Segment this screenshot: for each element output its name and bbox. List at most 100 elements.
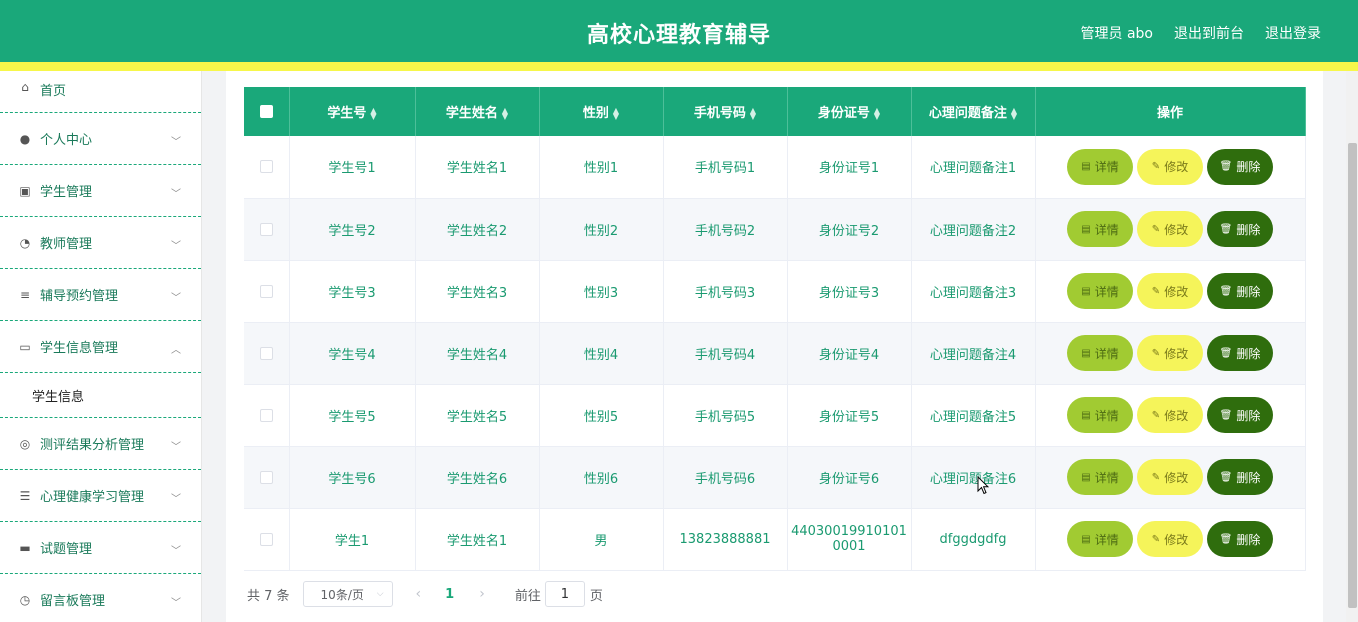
delete-button[interactable]: 🗑 删除 bbox=[1207, 211, 1273, 247]
sidebar-item[interactable]: ⌂首页﹀ bbox=[0, 71, 201, 113]
current-page-number[interactable]: 1 bbox=[445, 587, 454, 602]
row-checkbox[interactable] bbox=[259, 532, 273, 546]
table-cell: 学生姓名5 bbox=[415, 384, 540, 447]
detail-button[interactable]: ▤ 详情 bbox=[1067, 148, 1133, 185]
goto-page-input[interactable] bbox=[544, 581, 585, 607]
accent-strip bbox=[0, 62, 1358, 71]
scrollbar-thumb[interactable] bbox=[1348, 143, 1357, 608]
sort-icon[interactable]: ▲ ▼ bbox=[874, 106, 880, 120]
sidebar-item[interactable]: ≡ 辅导预约管理 ﹀ bbox=[0, 269, 201, 321]
row-select-cell[interactable] bbox=[244, 198, 290, 261]
column-header[interactable]: 手机号码 ▲ ▼ bbox=[663, 87, 788, 136]
table-cell: 心理问题备注1 bbox=[911, 136, 1036, 199]
document-icon: ▤ bbox=[1081, 347, 1091, 359]
row-checkbox[interactable] bbox=[259, 470, 273, 484]
sidebar-subitem-student-info[interactable]: 学生信息 bbox=[0, 373, 201, 418]
row-checkbox[interactable] bbox=[259, 346, 273, 360]
table-cell: 身份证号6 bbox=[787, 446, 912, 509]
sidebar-item[interactable]: ● 个人中心 ﹀ bbox=[0, 113, 201, 165]
edit-button[interactable]: ✎ 修改 bbox=[1137, 273, 1203, 309]
edit-button[interactable]: ✎ 修改 bbox=[1137, 148, 1203, 185]
chevron-down-icon: ﹀ bbox=[171, 545, 181, 557]
table-cell: 性别6 bbox=[539, 446, 664, 509]
detail-button[interactable]: ▤ 详情 bbox=[1067, 211, 1133, 247]
back-to-frontend-link[interactable]: 退出到前台 bbox=[1174, 23, 1244, 43]
edit-button[interactable]: ✎ 修改 bbox=[1137, 459, 1203, 495]
actions-cell: ▤ 详情 ✎ 修改 🗑 删除 bbox=[1035, 384, 1306, 447]
chevron-down-icon: ﹀ bbox=[171, 188, 181, 200]
column-header[interactable]: 性别 ▲ ▼ bbox=[539, 87, 664, 136]
next-page-icon[interactable]: › bbox=[479, 586, 485, 602]
row-select-cell[interactable] bbox=[244, 508, 290, 571]
select-all-checkbox[interactable] bbox=[259, 105, 273, 118]
row-select-cell[interactable] bbox=[244, 322, 290, 385]
prev-page-icon[interactable]: ‹ bbox=[416, 586, 422, 602]
chevron-down-icon: ﹀ bbox=[171, 441, 181, 453]
delete-button[interactable]: 🗑 删除 bbox=[1207, 273, 1273, 309]
sidebar-item[interactable]: ▣ 学生管理 ﹀ bbox=[0, 165, 201, 217]
row-checkbox[interactable] bbox=[259, 408, 273, 422]
delete-button[interactable]: 🗑 删除 bbox=[1207, 335, 1273, 371]
row-select-cell[interactable] bbox=[244, 446, 290, 509]
sort-icon[interactable]: ▲ ▼ bbox=[750, 106, 756, 120]
row-checkbox[interactable] bbox=[259, 160, 273, 174]
sidebar-item[interactable]: ◷ 留言板管理 ﹀ bbox=[0, 574, 201, 622]
detail-button[interactable]: ▤ 详情 bbox=[1067, 273, 1133, 309]
sidebar-item[interactable]: ▭ 学生信息管理 ︿ bbox=[0, 321, 201, 373]
clock-icon: ◷ bbox=[19, 592, 31, 607]
sidebar-item-label: 学生信息管理 bbox=[40, 341, 119, 356]
column-header[interactable]: 学生号 ▲ ▼ bbox=[289, 87, 416, 136]
table-cell: 性别2 bbox=[539, 198, 664, 261]
logout-link[interactable]: 退出登录 bbox=[1265, 23, 1321, 43]
edit-button[interactable]: ✎ 修改 bbox=[1137, 211, 1203, 247]
delete-button[interactable]: 🗑 删除 bbox=[1207, 148, 1273, 185]
table-row: 学生号6 学生姓名6 性别6 手机号码6 身份证号6 心理问题备注6 ▤ 详情 ✎ 修改 🗑 删除 bbox=[244, 446, 1306, 509]
sidebar-item[interactable]: ▬ 试题管理 ﹀ bbox=[0, 522, 201, 574]
table-row: 学生号1 学生姓名1 性别1 手机号码1 身份证号1 心理问题备注1 ▤ 详情 ✎ 修改 🗑 删除 bbox=[244, 136, 1306, 199]
sidebar-item[interactable]: ◔ 教师管理 ﹀ bbox=[0, 217, 201, 269]
column-header[interactable]: 心理问题备注 ▲ ▼ bbox=[911, 87, 1036, 136]
detail-button[interactable]: ▤ 详情 bbox=[1067, 521, 1133, 557]
detail-button[interactable]: ▤ 详情 bbox=[1067, 459, 1133, 495]
sidebar-item-label: 教师管理 bbox=[40, 237, 93, 252]
goto-unit: 页 bbox=[589, 588, 603, 604]
sidebar-item[interactable]: ◎ 测评结果分析管理 ﹀ bbox=[0, 418, 201, 470]
sort-icon[interactable]: ▲ ▼ bbox=[370, 106, 376, 120]
table-row: 学生号4 学生姓名4 性别4 手机号码4 身份证号4 心理问题备注4 ▤ 详情 ✎ 修改 🗑 删除 bbox=[244, 322, 1306, 385]
table-cell: 学生1 bbox=[289, 508, 416, 571]
column-header[interactable]: 学生姓名 ▲ ▼ bbox=[415, 87, 540, 136]
edit-button[interactable]: ✎ 修改 bbox=[1137, 335, 1203, 371]
row-select-cell[interactable] bbox=[244, 136, 290, 199]
table-cell: 手机号码1 bbox=[663, 136, 788, 199]
table-cell: 学生姓名3 bbox=[415, 260, 540, 323]
delete-button[interactable]: 🗑 删除 bbox=[1207, 521, 1273, 557]
select-all-cell[interactable] bbox=[244, 87, 290, 136]
edit-button[interactable]: ✎ 修改 bbox=[1137, 397, 1203, 433]
sort-icon[interactable]: ▲ ▼ bbox=[613, 106, 619, 120]
row-select-cell[interactable] bbox=[244, 260, 290, 323]
document-icon: ▤ bbox=[1081, 223, 1091, 235]
header-links: 管理员 abo 退出到前台 退出登录 bbox=[1081, 23, 1321, 43]
table-cell: 性别1 bbox=[539, 136, 664, 199]
sidebar-item-label: 试题管理 bbox=[40, 542, 93, 557]
pagination: 共 7 条 10条/页 ⌵ ‹ 1 › 前往 页 bbox=[247, 581, 603, 607]
sort-icon[interactable]: ▲ ▼ bbox=[502, 106, 508, 120]
detail-button[interactable]: ▤ 详情 bbox=[1067, 335, 1133, 371]
delete-button[interactable]: 🗑 删除 bbox=[1207, 459, 1273, 495]
detail-button[interactable]: ▤ 详情 bbox=[1067, 397, 1133, 433]
chevron-up-icon: ︿ bbox=[171, 344, 181, 356]
sidebar-item[interactable]: ☰ 心理健康学习管理 ﹀ bbox=[0, 470, 201, 522]
sort-icon[interactable]: ▲ ▼ bbox=[1011, 106, 1017, 120]
row-checkbox[interactable] bbox=[259, 284, 273, 298]
edit-button[interactable]: ✎ 修改 bbox=[1137, 521, 1203, 557]
row-checkbox[interactable] bbox=[259, 222, 273, 236]
table-cell: 440300199101010001 bbox=[787, 508, 912, 571]
pencil-icon: ✎ bbox=[1151, 409, 1161, 421]
page-size-select[interactable]: 10条/页 ⌵ bbox=[302, 581, 393, 607]
row-select-cell[interactable] bbox=[244, 384, 290, 447]
column-header[interactable]: 身份证号 ▲ ▼ bbox=[787, 87, 912, 136]
admin-user-link[interactable]: 管理员 abo bbox=[1081, 23, 1153, 43]
user-icon: ● bbox=[19, 131, 31, 146]
delete-button[interactable]: 🗑 删除 bbox=[1207, 397, 1273, 433]
chevron-down-icon: ﹀ bbox=[171, 493, 181, 505]
